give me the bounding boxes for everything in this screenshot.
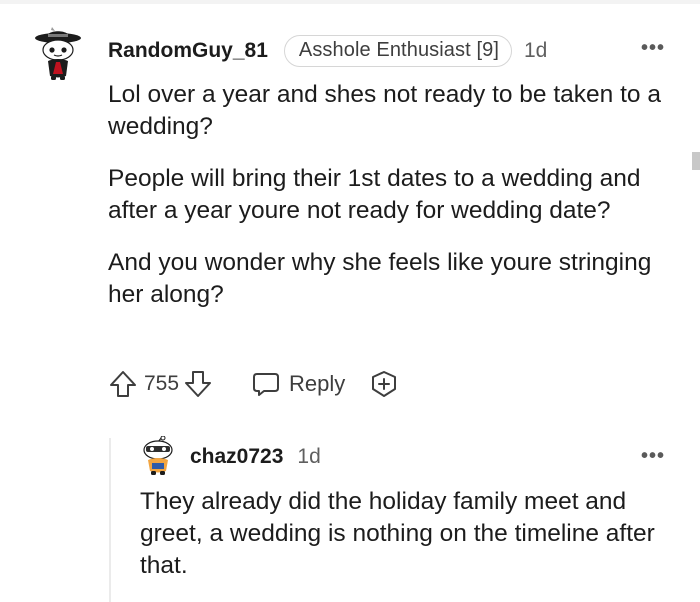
top-divider	[0, 0, 700, 4]
vote-count: 755	[144, 372, 180, 395]
comment-header: RandomGuy_81 Asshole Enthusiast [9] 1d	[108, 34, 547, 68]
more-options-icon[interactable]: •••	[641, 38, 665, 58]
comment-username[interactable]: RandomGuy_81	[108, 39, 268, 63]
snoo-avatar-icon[interactable]	[140, 435, 176, 476]
chat-bubble-icon	[251, 369, 281, 399]
snoo-avatar-icon[interactable]	[30, 24, 86, 82]
scrollbar-thumb[interactable]	[692, 152, 700, 170]
user-flair: Asshole Enthusiast [9]	[283, 35, 512, 67]
reply-age: 1d	[297, 445, 321, 468]
comment-actions: 755 Reply	[108, 366, 399, 402]
comment-paragraph: And you wonder why she feels like youre …	[108, 249, 652, 308]
reply-header: chaz0723 1d	[190, 442, 321, 472]
reply-body: They already did the holiday family meet…	[140, 488, 655, 579]
reply-username[interactable]: chaz0723	[190, 445, 283, 469]
award-plus-icon[interactable]	[369, 369, 399, 399]
reply-button[interactable]: Reply	[251, 369, 345, 399]
comment-paragraph: People will bring their 1st dates to a w…	[108, 165, 641, 224]
thread-line[interactable]	[109, 438, 111, 602]
more-options-icon[interactable]: •••	[641, 446, 665, 466]
comment-paragraph: Lol over a year and shes not ready to be…	[108, 81, 661, 140]
downvote-arrow-icon[interactable]	[183, 369, 213, 399]
reply-label: Reply	[289, 371, 346, 396]
comment-body: Lol over a year and shes not ready to be…	[108, 79, 678, 331]
upvote-arrow-icon[interactable]	[108, 369, 138, 399]
comment-age: 1d	[523, 39, 548, 62]
